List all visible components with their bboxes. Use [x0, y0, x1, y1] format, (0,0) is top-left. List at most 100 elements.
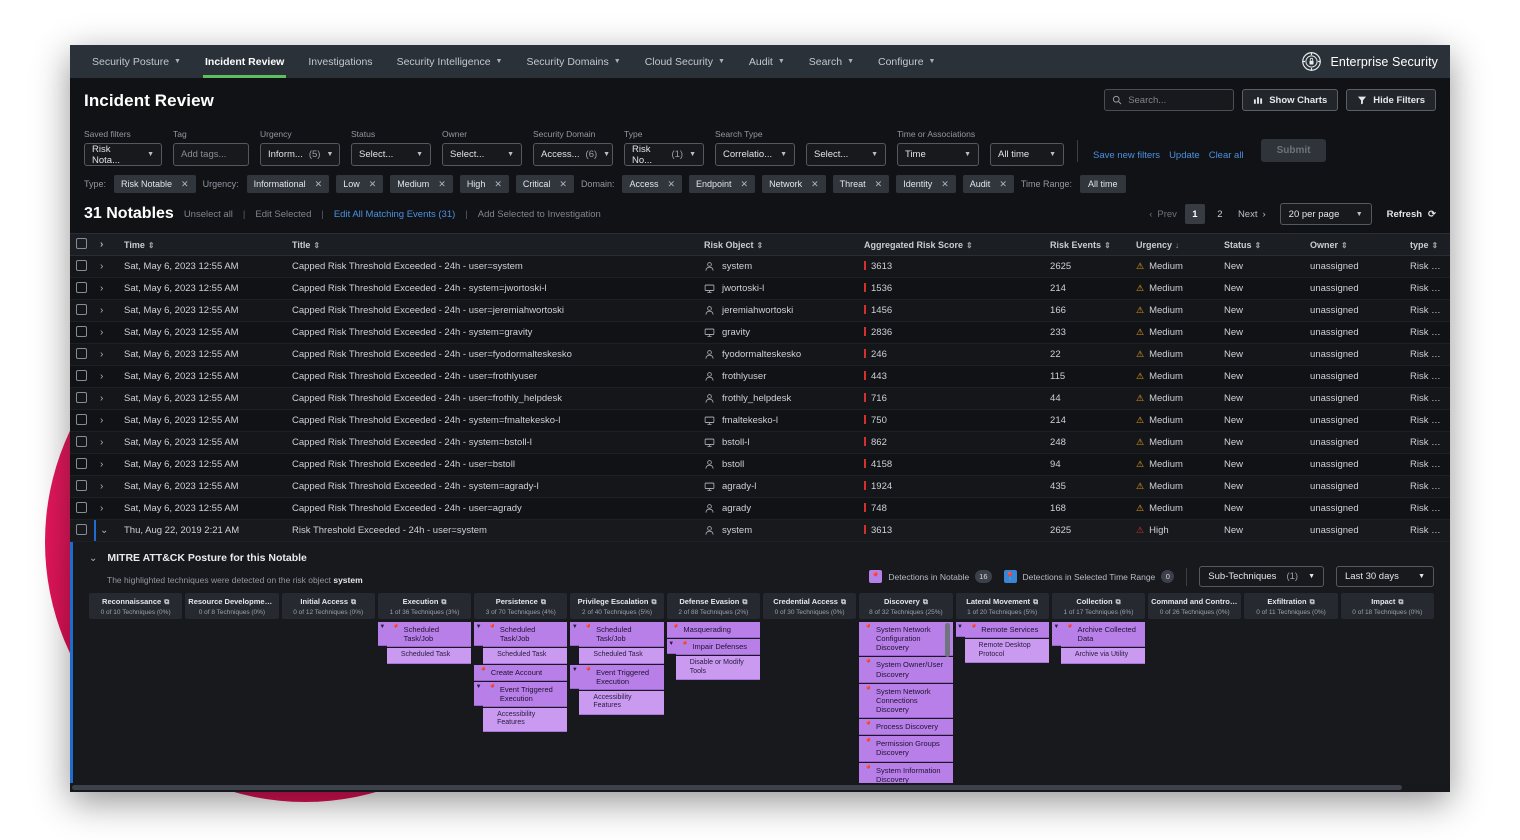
table-row[interactable]: ›Sat, May 6, 2023 12:55 AMCapped Risk Th…	[70, 344, 1450, 366]
sub-technique-scheduled-task[interactable]: Scheduled Task	[579, 648, 663, 663]
filter-select-security-domain[interactable]: Access...(6)▼	[533, 143, 613, 166]
sub-technique-accessibility-features[interactable]: Accessibility Features	[483, 708, 567, 732]
col-type[interactable]: type⇕	[1404, 234, 1450, 256]
row-checkbox[interactable]	[76, 436, 87, 447]
remove-chip-icon[interactable]: ✕	[811, 179, 819, 190]
cell-risk-events[interactable]: 2625	[1044, 256, 1130, 278]
horizontal-scrollbar[interactable]	[70, 783, 1450, 792]
nav-item-configure[interactable]: Configure▼	[866, 45, 947, 78]
table-row[interactable]: ›Sat, May 6, 2023 12:55 AMCapped Risk Th…	[70, 454, 1450, 476]
technique-expand-toggle[interactable]: ▼	[474, 682, 483, 706]
technique-scheduled-task-job[interactable]: ▼📍Scheduled Task/Job	[387, 622, 471, 647]
external-link-icon[interactable]: ⧉	[651, 599, 656, 606]
technique-create-account[interactable]: 📍Create Account	[474, 665, 567, 681]
expand-row-icon[interactable]: ›	[100, 437, 103, 448]
technique-expand-toggle[interactable]: ▼	[570, 622, 579, 646]
tactic-header[interactable]: Persistence⧉3 of 70 Techniques (4%)	[474, 593, 567, 619]
technique-remote-services[interactable]: ▼📍Remote Services	[965, 622, 1049, 638]
table-row[interactable]: ›Sat, May 6, 2023 12:55 AMCapped Risk Th…	[70, 476, 1450, 498]
per-page-select[interactable]: 20 per page ▼	[1280, 203, 1372, 225]
sub-technique-scheduled-task[interactable]: Scheduled Task	[483, 648, 567, 663]
technique-scheduled-task-job[interactable]: ▼📍Scheduled Task/Job	[579, 622, 663, 647]
cell-risk-events[interactable]: 166	[1044, 300, 1130, 322]
page-button-2[interactable]: 2	[1210, 204, 1230, 224]
expand-row-icon[interactable]: ›	[100, 349, 103, 360]
hide-filters-button[interactable]: Hide Filters	[1346, 89, 1436, 111]
technique-masquerading[interactable]: 📍Masquerading	[667, 622, 760, 638]
row-checkbox[interactable]	[76, 458, 87, 469]
filter-select-type[interactable]: Risk No...(1)▼	[624, 143, 704, 166]
chip-domain-endpoint[interactable]: Endpoint✕	[689, 175, 755, 193]
tactic-header[interactable]: Reconnaissance⧉0 of 10 Techniques (0%)	[89, 593, 182, 619]
tactic-header[interactable]: Initial Access⧉0 of 12 Techniques (0%)	[282, 593, 375, 619]
sub-technique-scheduled-task[interactable]: Scheduled Task	[387, 648, 471, 663]
col-risk-events[interactable]: Risk Events⇕	[1044, 234, 1130, 256]
cell-risk-events[interactable]: 214	[1044, 278, 1130, 300]
remove-chip-icon[interactable]: ✕	[941, 179, 949, 190]
tactic-header[interactable]: Privilege Escalation⧉2 of 40 Techniques …	[570, 593, 663, 619]
remove-chip-icon[interactable]: ✕	[369, 179, 377, 190]
sub-technique-accessibility-features[interactable]: Accessibility Features	[579, 691, 663, 715]
col-risk-object[interactable]: Risk Object⇕	[698, 234, 858, 256]
cell-risk-events[interactable]: 214	[1044, 410, 1130, 432]
external-link-icon[interactable]: ⧉	[541, 599, 546, 606]
row-checkbox[interactable]	[76, 260, 87, 271]
cell-risk-events[interactable]: 168	[1044, 498, 1130, 520]
chip-domain-audit[interactable]: Audit✕	[963, 175, 1014, 193]
technique-system-network-configuration-discovery[interactable]: 📍System Network Configuration Discovery	[859, 622, 952, 656]
external-link-icon[interactable]: ⧉	[742, 599, 747, 606]
technique-system-owner-user-discovery[interactable]: 📍System Owner/User Discovery	[859, 657, 952, 682]
chip-urgency-critical[interactable]: Critical✕	[516, 175, 574, 193]
filter-select-time-or-associations[interactable]: Time▼	[897, 143, 979, 166]
chip-domain-threat[interactable]: Threat✕	[833, 175, 890, 193]
nav-item-search[interactable]: Search▼	[797, 45, 866, 78]
filter-select-tag[interactable]: Add tags...	[173, 143, 249, 166]
technique-process-discovery[interactable]: 📍Process Discovery	[859, 719, 952, 735]
collapse-row-icon[interactable]: ⌄	[100, 525, 108, 536]
chip-domain-access[interactable]: Access✕	[622, 175, 682, 193]
tactic-header[interactable]: Discovery⧉8 of 32 Techniques (25%)	[859, 593, 952, 619]
unselect-all-link[interactable]: Unselect all	[184, 209, 233, 220]
remove-chip-icon[interactable]: ✕	[741, 179, 749, 190]
page-button-1[interactable]: 1	[1185, 204, 1205, 224]
chip-domain-identity[interactable]: Identity✕	[896, 175, 956, 193]
filter-select-urgency[interactable]: Inform...(5)▼	[260, 143, 340, 166]
filter-select-saved-filters[interactable]: Risk Nota...▼	[84, 143, 162, 166]
technique-expand-toggle[interactable]: ▼	[956, 622, 965, 637]
remove-chip-icon[interactable]: ✕	[559, 179, 567, 190]
remove-chip-icon[interactable]: ✕	[875, 179, 883, 190]
external-link-icon[interactable]: ⧉	[841, 599, 846, 606]
nav-item-security-intelligence[interactable]: Security Intelligence▼	[385, 45, 515, 78]
chip-time-range[interactable]: All time	[1080, 175, 1126, 193]
nav-item-security-posture[interactable]: Security Posture▼	[80, 45, 193, 78]
row-checkbox[interactable]	[76, 480, 87, 491]
expand-all-icon[interactable]: ›	[100, 239, 103, 250]
select-all-checkbox[interactable]	[76, 238, 87, 249]
tactic-header[interactable]: Resource Development⧉0 of 8 Techniques (…	[185, 593, 278, 619]
table-row[interactable]: ›Sat, May 6, 2023 12:55 AMCapped Risk Th…	[70, 278, 1450, 300]
filter-select-unlabeled-10[interactable]: All time▼	[990, 143, 1064, 166]
external-link-icon[interactable]: ⧉	[441, 599, 446, 606]
sub-technique-remote-desktop-protocol[interactable]: Remote Desktop Protocol	[965, 639, 1049, 663]
table-row[interactable]: ›Sat, May 6, 2023 12:55 AMCapped Risk Th…	[70, 432, 1450, 454]
technique-impair-defenses[interactable]: ▼📍Impair Defenses	[676, 639, 760, 655]
external-link-icon[interactable]: ⧉	[164, 599, 169, 606]
expand-row-icon[interactable]: ›	[100, 371, 103, 382]
external-link-icon[interactable]: ⧉	[1398, 599, 1403, 606]
sub-techniques-select[interactable]: Sub-Techniques (1) ▼	[1199, 566, 1324, 587]
expand-row-icon[interactable]: ›	[100, 481, 103, 492]
filter-link-update[interactable]: Update	[1169, 150, 1200, 161]
col-owner[interactable]: Owner⇕	[1304, 234, 1404, 256]
external-link-icon[interactable]: ⧉	[351, 599, 356, 606]
table-row[interactable]: ›Sat, May 6, 2023 12:55 AMCapped Risk Th…	[70, 366, 1450, 388]
nav-item-cloud-security[interactable]: Cloud Security▼	[633, 45, 737, 78]
col-status[interactable]: Status⇕	[1218, 234, 1304, 256]
table-row[interactable]: ›Sat, May 6, 2023 12:55 AMCapped Risk Th…	[70, 498, 1450, 520]
tactic-header[interactable]: Lateral Movement⧉1 of 20 Techniques (5%)	[956, 593, 1049, 619]
tactic-header[interactable]: Exfiltration⧉0 of 11 Techniques (0%)	[1244, 593, 1337, 619]
tactic-header[interactable]: Collection⧉1 of 17 Techniques (6%)	[1052, 593, 1145, 619]
expand-row-icon[interactable]: ›	[100, 459, 103, 470]
expand-row-icon[interactable]: ›	[100, 393, 103, 404]
next-page-button[interactable]: Next ›	[1235, 209, 1269, 220]
nav-item-investigations[interactable]: Investigations	[296, 45, 384, 78]
